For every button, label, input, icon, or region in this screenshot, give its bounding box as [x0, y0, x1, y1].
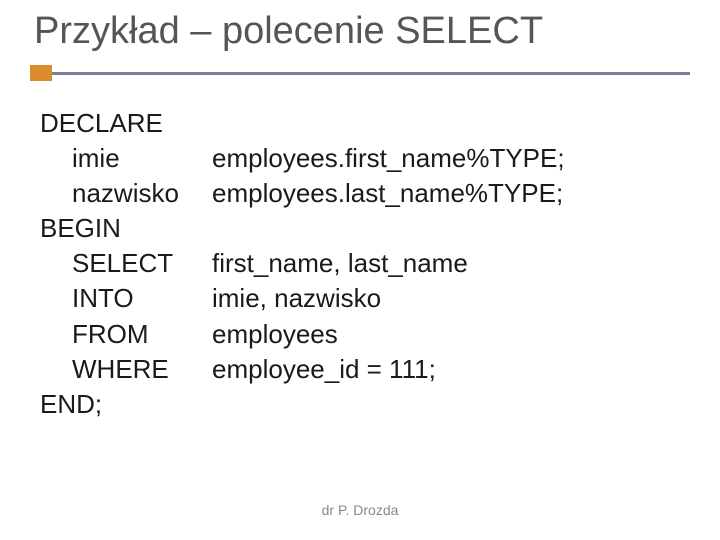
slide: Przykład – polecenie SELECT DECLARE imie…: [0, 0, 720, 540]
code-keyword: imie: [72, 141, 212, 176]
code-text: first_name, last_name: [212, 246, 468, 281]
slide-footer: dr P. Drozda: [0, 502, 720, 518]
divider-line: [52, 72, 690, 75]
code-line: BEGIN: [40, 211, 690, 246]
code-line: DECLARE: [40, 106, 690, 141]
code-text: employees.last_name%TYPE;: [212, 176, 563, 211]
code-keyword: WHERE: [72, 352, 212, 387]
code-line: FROMemployees: [40, 317, 690, 352]
code-keyword: FROM: [72, 317, 212, 352]
code-line: nazwiskoemployees.last_name%TYPE;: [40, 176, 690, 211]
code-line: END;: [40, 387, 690, 422]
page-title: Przykład – polecenie SELECT: [30, 10, 690, 53]
title-divider: [30, 65, 690, 81]
code-text: employees: [212, 317, 338, 352]
code-keyword: INTO: [72, 281, 212, 316]
code-block: DECLARE imieemployees.first_name%TYPE; n…: [30, 106, 690, 422]
code-keyword: SELECT: [72, 246, 212, 281]
code-line: imieemployees.first_name%TYPE;: [40, 141, 690, 176]
code-line: INTOimie, nazwisko: [40, 281, 690, 316]
code-keyword: nazwisko: [72, 176, 212, 211]
code-text: imie, nazwisko: [212, 281, 381, 316]
accent-box: [30, 65, 52, 81]
code-line: SELECTfirst_name, last_name: [40, 246, 690, 281]
code-text: employees.first_name%TYPE;: [212, 141, 565, 176]
code-text: employee_id = 111;: [212, 352, 436, 387]
code-line: WHEREemployee_id = 111;: [40, 352, 690, 387]
